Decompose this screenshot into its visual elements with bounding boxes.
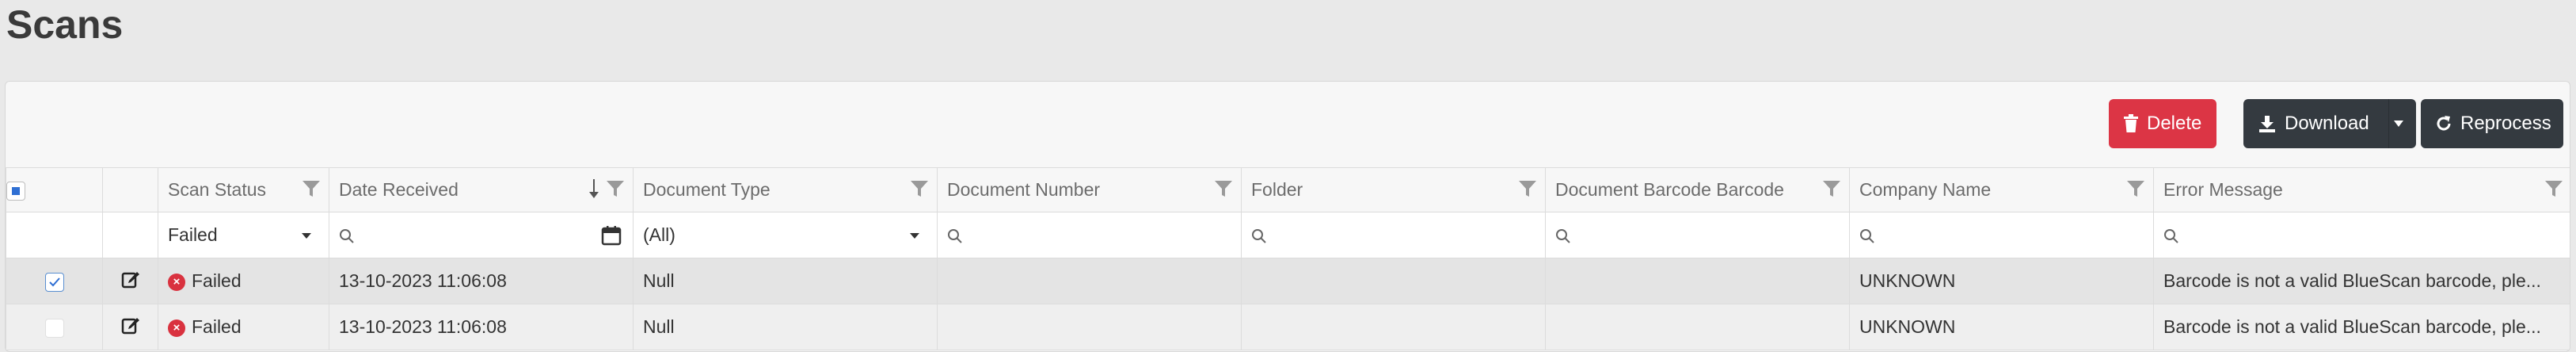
reprocess-button-label: Reprocess [2460, 113, 2551, 134]
edit-icon[interactable] [121, 316, 140, 335]
delete-button-label: Delete [2147, 113, 2202, 134]
company-name-cell: UNKNOWN [1849, 304, 2154, 350]
dropdown-caret-icon [910, 233, 919, 239]
date-received-filter-input[interactable] [329, 212, 634, 258]
filter-icon[interactable] [1518, 179, 1537, 198]
document-number-cell [937, 304, 1242, 350]
search-icon [1860, 228, 1874, 243]
download-icon [2259, 116, 2275, 132]
document-number-cell [937, 258, 1242, 304]
edit-icon[interactable] [121, 270, 140, 289]
table-row[interactable]: × Failed 13-10-2023 11:06:08 Null UNKNOWN… [6, 258, 2570, 304]
scan-status-cell: × Failed [158, 258, 329, 304]
table-row[interactable]: × Failed 13-10-2023 11:06:08 Null UNKNOWN… [6, 304, 2570, 350]
document-number-filter-input[interactable] [937, 212, 1242, 258]
error-message-cell: Barcode is not a valid BlueScan barcode,… [2153, 258, 2570, 304]
filter-row: Failed (All) [6, 212, 2570, 258]
search-icon [1252, 228, 1266, 243]
document-type-filter-select[interactable]: (All) [633, 212, 938, 258]
filter-icon[interactable] [606, 179, 625, 198]
scans-table: Scan Status Date Received Document Type … [6, 167, 2570, 350]
column-header-company-name[interactable]: Company Name [1849, 167, 2154, 212]
trash-icon [2124, 114, 2138, 132]
search-icon [2164, 228, 2178, 243]
document-barcode-cell [1545, 258, 1850, 304]
column-header-error-message[interactable]: Error Message [2153, 167, 2570, 212]
search-icon [1556, 228, 1570, 243]
row-checkbox[interactable] [44, 318, 64, 338]
column-header-document-number[interactable]: Document Number [937, 167, 1242, 212]
row-edit-cell[interactable] [102, 258, 158, 304]
error-message-cell: Barcode is not a valid BlueScan barcode,… [2153, 304, 2570, 350]
grid-toolbar: Delete Download Reprocess [6, 82, 2570, 167]
folder-cell [1241, 258, 1546, 304]
filter-icon[interactable] [1822, 179, 1841, 198]
select-all-checkbox[interactable] [6, 181, 25, 201]
column-header-folder[interactable]: Folder [1241, 167, 1546, 212]
sort-down-icon[interactable] [588, 178, 599, 200]
row-select-cell[interactable] [6, 304, 103, 350]
scan-status-cell: × Failed [158, 304, 329, 350]
column-header-scan-status[interactable]: Scan Status [158, 167, 329, 212]
error-message-filter-input[interactable] [2153, 212, 2570, 258]
table-header-row: Scan Status Date Received Document Type … [6, 167, 2570, 212]
scan-status-filter-select[interactable]: Failed [158, 212, 329, 258]
row-edit-cell[interactable] [102, 304, 158, 350]
search-icon [340, 228, 354, 243]
document-type-cell: Null [633, 258, 938, 304]
edit-header [102, 167, 158, 212]
refresh-icon [2437, 116, 2451, 131]
filter-cell-empty [102, 212, 158, 258]
reprocess-button[interactable]: Reprocess [2421, 99, 2563, 148]
filter-icon[interactable] [302, 179, 321, 198]
delete-button[interactable]: Delete [2109, 99, 2216, 148]
search-icon [948, 228, 962, 243]
calendar-icon[interactable] [601, 225, 622, 246]
column-header-document-barcode[interactable]: Document Barcode Barcode [1545, 167, 1850, 212]
select-all-header[interactable] [6, 167, 103, 212]
folder-cell [1241, 304, 1546, 350]
page-title: Scans [6, 2, 124, 47]
scans-grid-panel: Delete Download Reprocess Scan Status Da… [5, 81, 2570, 352]
filter-icon[interactable] [910, 179, 929, 198]
filter-cell-empty [6, 212, 103, 258]
document-barcode-cell [1545, 304, 1850, 350]
company-name-filter-input[interactable] [1849, 212, 2154, 258]
row-checkbox[interactable] [44, 272, 64, 292]
download-button-label: Download [2285, 113, 2369, 134]
download-dropdown-toggle[interactable] [2388, 99, 2416, 148]
document-type-cell: Null [633, 304, 938, 350]
check-icon [48, 277, 60, 287]
date-received-cell: 13-10-2023 11:06:08 [329, 304, 634, 350]
folder-filter-input[interactable] [1241, 212, 1546, 258]
row-select-cell[interactable] [6, 258, 103, 304]
error-circle-icon: × [168, 319, 185, 337]
filter-icon[interactable] [2544, 179, 2563, 198]
dropdown-caret-icon [302, 233, 311, 239]
caret-down-icon [2394, 121, 2403, 127]
column-header-document-type[interactable]: Document Type [633, 167, 938, 212]
error-circle-icon: × [168, 273, 185, 291]
download-button[interactable]: Download [2243, 99, 2416, 148]
column-header-date-received[interactable]: Date Received [329, 167, 634, 212]
document-barcode-filter-input[interactable] [1545, 212, 1850, 258]
company-name-cell: UNKNOWN [1849, 258, 2154, 304]
filter-icon[interactable] [2126, 179, 2145, 198]
date-received-cell: 13-10-2023 11:06:08 [329, 258, 634, 304]
filter-icon[interactable] [1214, 179, 1233, 198]
